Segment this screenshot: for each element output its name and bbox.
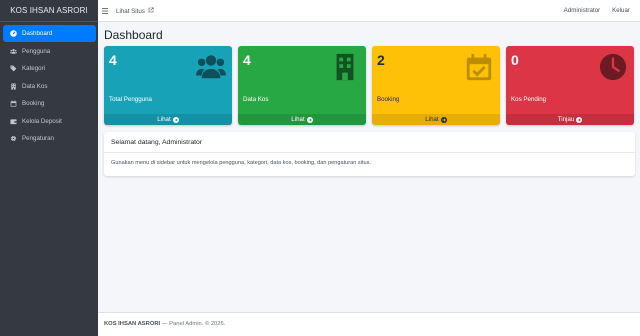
hamburger-menu-icon[interactable] xyxy=(102,6,110,16)
stat-box-booking: 2 Booking Lihat xyxy=(372,46,500,125)
sidebar-item-kategori[interactable]: Kategori xyxy=(3,60,96,77)
arrow-circle-right-icon xyxy=(440,116,447,123)
sidebar-item-label: Kategori xyxy=(22,65,46,72)
arrow-circle-right-icon xyxy=(576,116,583,123)
footer-brand: KOS IHSAN ASRORI xyxy=(104,321,161,327)
sidebar-item-label: Booking xyxy=(22,100,45,107)
building-icon xyxy=(9,82,17,90)
stat-footer-link[interactable]: Lihat xyxy=(104,114,232,125)
calendar-icon xyxy=(9,100,17,108)
calendar-check-icon xyxy=(464,52,494,82)
topbar-right: Administrator Keluar xyxy=(552,7,630,14)
sidebar: KOS IHSAN ASRORI Dashboard Pengguna Kate… xyxy=(0,0,98,336)
sidebar-item-data-kos[interactable]: Data Kos xyxy=(3,78,96,95)
sidebar-item-label: Pengguna xyxy=(22,47,51,55)
stat-value: 0 xyxy=(511,52,519,68)
stat-label: Data Kos xyxy=(243,96,269,103)
stat-footer-link[interactable]: Tinjau xyxy=(506,114,634,125)
view-site-label: Lihat Situs xyxy=(116,7,145,15)
logout-link[interactable]: Keluar xyxy=(612,7,630,14)
sidebar-item-kelola-deposit[interactable]: Kelola Deposit xyxy=(3,113,96,130)
external-link-icon xyxy=(145,7,154,15)
view-site-link[interactable]: Lihat Situs xyxy=(116,7,154,15)
welcome-card-text: Gunakan menu di sidebar untuk mengelola … xyxy=(111,160,371,166)
welcome-card: Selamat datang, Administrator Gunakan me… xyxy=(104,132,635,176)
sidebar-item-booking[interactable]: Booking xyxy=(3,95,96,112)
sidebar-item-pengaturan[interactable]: Pengaturan xyxy=(3,130,96,147)
footer-text: — Panel Admin. © 2026. xyxy=(160,321,226,327)
stat-value: 2 xyxy=(377,52,385,68)
dashboard-icon xyxy=(9,30,17,38)
stat-label: Kos Pending xyxy=(511,96,547,103)
stat-box-data-kos: 4 Data Kos Lihat xyxy=(238,46,366,125)
sidebar-item-label: Kelola Deposit xyxy=(22,117,62,125)
welcome-card-title: Selamat datang, Administrator xyxy=(104,132,635,153)
stat-footer-link[interactable]: Lihat xyxy=(238,114,366,125)
gear-icon xyxy=(9,135,17,143)
stat-footer-label: Lihat xyxy=(425,116,439,123)
stat-footer-label: Lihat xyxy=(291,116,305,123)
brand-title[interactable]: KOS IHSAN ASRORI xyxy=(0,0,98,22)
building-icon xyxy=(330,52,360,82)
users-icon xyxy=(9,47,17,55)
tags-icon xyxy=(9,65,17,73)
sidebar-item-dashboard[interactable]: Dashboard xyxy=(3,25,96,42)
stat-value: 4 xyxy=(243,52,251,68)
page-footer: KOS IHSAN ASRORI — Panel Admin. © 2026. xyxy=(98,312,640,336)
sidebar-item-pengguna[interactable]: Pengguna xyxy=(3,43,96,60)
stat-box-kos-pending: 0 Kos Pending Tinjau xyxy=(506,46,634,125)
sidebar-item-label: Pengaturan xyxy=(22,135,54,142)
arrow-circle-right-icon xyxy=(306,116,313,123)
stat-footer-label: Tinjau xyxy=(557,116,575,123)
sidebar-item-label: Data Kos xyxy=(22,82,48,90)
stat-label: Booking xyxy=(377,96,400,103)
user-menu[interactable]: Administrator xyxy=(564,7,600,14)
main-content: Dashboard 4 Total Pengguna Lihat 4 Data … xyxy=(98,22,640,336)
wallet-icon xyxy=(9,117,17,125)
stat-box-total-pengguna: 4 Total Pengguna Lihat xyxy=(104,46,232,125)
sidebar-item-label: Dashboard xyxy=(22,30,53,37)
stat-footer-label: Lihat xyxy=(157,116,171,123)
arrow-circle-right-icon xyxy=(172,116,179,123)
stat-label: Total Pengguna xyxy=(109,96,153,103)
stat-footer-link[interactable]: Lihat xyxy=(372,114,500,125)
users-icon xyxy=(196,52,226,82)
sidebar-menu: Dashboard Pengguna Kategori Data Kos Boo… xyxy=(0,22,98,147)
page-title: Dashboard xyxy=(104,28,163,42)
stat-value: 4 xyxy=(109,52,117,68)
top-navbar: Lihat Situs Administrator Keluar xyxy=(98,0,640,22)
clock-icon xyxy=(598,52,628,82)
